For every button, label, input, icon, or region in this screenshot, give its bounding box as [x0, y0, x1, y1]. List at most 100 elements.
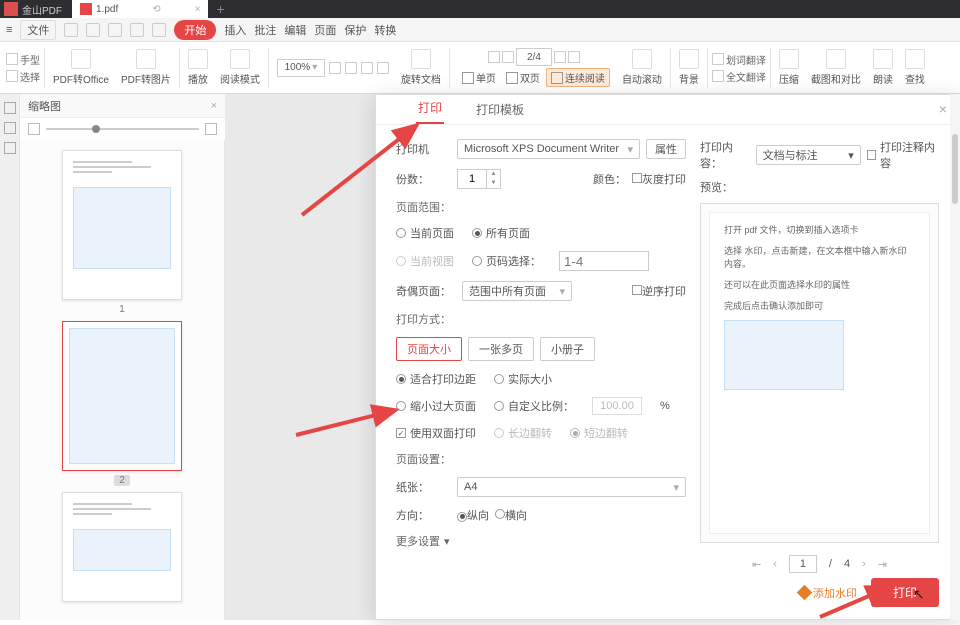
single-page-button[interactable]: 单页 — [458, 68, 500, 87]
save-icon[interactable] — [86, 23, 100, 37]
close-thumbnail-icon[interactable]: × — [211, 100, 217, 112]
scale-value-input[interactable]: 100.00 — [592, 397, 642, 415]
protect-tab[interactable]: 保护 — [344, 22, 366, 38]
undo-icon[interactable] — [130, 23, 144, 37]
print-icon[interactable] — [108, 23, 122, 37]
long-edge-radio: 长边翻转 — [494, 425, 552, 441]
hand-tool[interactable]: 手型 — [6, 52, 40, 67]
thumbnail-size-slider[interactable] — [20, 118, 225, 140]
last-page-icon[interactable] — [568, 51, 580, 63]
page-select-input[interactable] — [559, 251, 649, 271]
percent-label: % — [660, 400, 670, 412]
prev-preview-icon[interactable]: ‹ — [773, 558, 777, 570]
redo-icon[interactable] — [152, 23, 166, 37]
double-page-button[interactable]: 双页 — [502, 68, 544, 87]
fit-margin-radio[interactable]: 适合打印边距 — [396, 371, 476, 387]
printer-select[interactable]: Microsoft XPS Document Writer▾ — [457, 139, 640, 159]
short-edge-radio: 短边翻转 — [570, 425, 628, 441]
annotate-tab[interactable]: 批注 — [254, 22, 276, 38]
thumbnails-icon[interactable] — [4, 102, 16, 114]
first-preview-icon[interactable]: ⇤ — [752, 558, 761, 571]
first-page-icon[interactable] — [488, 51, 500, 63]
fit-page-button[interactable]: 页面大小 — [396, 337, 462, 361]
page-select-radio[interactable]: 页码选择： — [472, 253, 541, 269]
actual-size-radio[interactable]: 实际大小 — [494, 371, 552, 387]
multi-page-button[interactable]: 一张多页 — [468, 337, 534, 361]
zoom-out-icon[interactable] — [329, 62, 341, 74]
continuous-button[interactable]: 连续阅读 — [546, 68, 610, 87]
preview-page-input[interactable]: 1 — [789, 555, 817, 573]
print-method-title: 打印方式： — [396, 311, 686, 327]
insert-tab[interactable]: 插入 — [224, 22, 246, 38]
page-tab[interactable]: 页面 — [314, 22, 336, 38]
print-button[interactable]: 打印 — [871, 578, 939, 607]
reverse-checkbox[interactable]: 逆序打印 — [632, 283, 686, 299]
odd-even-label: 奇偶页面： — [396, 283, 456, 299]
shrink-radio[interactable]: 缩小过大页面 — [396, 398, 476, 414]
convert-tab[interactable]: 转换 — [374, 22, 396, 38]
translate-full-button[interactable]: 全文翻译 — [712, 69, 766, 84]
auto-scroll-button[interactable]: 自动滚动 — [618, 49, 666, 86]
new-tab-button[interactable]: + — [216, 1, 224, 17]
attachments-icon[interactable] — [4, 142, 16, 154]
all-pages-radio[interactable]: 所有页面 — [472, 225, 530, 241]
prev-page-icon[interactable] — [502, 51, 514, 63]
page-number-input[interactable]: 2/4 — [516, 48, 552, 66]
play-button[interactable]: 播放 — [184, 49, 212, 86]
print-tab[interactable]: 打印 — [416, 93, 444, 124]
mouse-cursor-icon: ↖ — [913, 586, 925, 603]
print-annotation-checkbox[interactable]: 打印注释内容 — [867, 139, 939, 171]
rotate-button[interactable]: 旋转文档 — [397, 49, 445, 86]
fit-width-icon[interactable] — [361, 62, 373, 74]
paper-select[interactable]: A4▾ — [457, 477, 686, 497]
document-tab[interactable]: 1.pdf ⟲ × — [72, 0, 208, 18]
odd-even-select[interactable]: 范围中所有页面▾ — [462, 281, 572, 301]
add-watermark-link[interactable]: 添加水印 — [799, 585, 857, 601]
vertical-scrollbar[interactable] — [950, 94, 960, 620]
next-page-icon[interactable] — [554, 51, 566, 63]
copies-spinner[interactable]: ▲▼ — [457, 169, 501, 189]
print-content-select[interactable]: 文档与标注▾ — [756, 145, 861, 165]
zoom-input[interactable]: 100%▾ — [277, 59, 325, 77]
more-settings-button[interactable]: 更多设置▾ — [396, 533, 686, 549]
landscape-radio[interactable]: 横向 — [495, 507, 527, 523]
thumbnail-page-3[interactable] — [62, 492, 182, 602]
compress-button[interactable]: 压缩 — [775, 49, 803, 86]
select-tool[interactable]: 选择 — [6, 69, 40, 84]
bookmarks-icon[interactable] — [4, 122, 16, 134]
hamburger-icon[interactable]: ≡ — [6, 24, 12, 36]
print-content-label: 打印内容： — [700, 139, 750, 171]
compare-button[interactable]: 截图和对比 — [807, 49, 865, 86]
read-mode-button[interactable]: 阅读模式 — [216, 49, 264, 86]
tab-restore-icon[interactable]: ⟲ — [152, 4, 160, 15]
booklet-button[interactable]: 小册子 — [540, 337, 595, 361]
current-view-radio: 当前视图 — [396, 253, 454, 269]
file-menu[interactable]: 文件 — [20, 20, 56, 40]
translate-selection-button[interactable]: 划词翻译 — [712, 52, 766, 67]
pdf-to-office-button[interactable]: PDF转Office — [49, 49, 113, 86]
portrait-radio[interactable]: 纵向 — [457, 507, 489, 523]
preview-pager: ⇤ ‹ 1 / 4 › ⇥ — [700, 555, 939, 573]
background-button[interactable]: 背景 — [675, 49, 703, 86]
grayscale-checkbox[interactable]: 灰度打印 — [632, 171, 686, 187]
edit-tab[interactable]: 编辑 — [284, 22, 306, 38]
printer-props-button[interactable]: 属性 — [646, 139, 686, 159]
custom-scale-radio[interactable]: 自定义比例： — [494, 398, 574, 414]
page-range-title: 页面范围： — [396, 199, 686, 215]
lookup-button[interactable]: 查找 — [901, 49, 929, 86]
last-preview-icon[interactable]: ⇥ — [878, 558, 887, 571]
duplex-checkbox[interactable]: 使用双面打印 — [396, 425, 476, 441]
tab-close-icon[interactable]: × — [195, 4, 201, 15]
print-template-tab[interactable]: 打印模板 — [474, 95, 526, 124]
start-tab[interactable]: 开始 — [174, 20, 216, 40]
current-page-radio[interactable]: 当前页面 — [396, 225, 454, 241]
thumbnail-page-1[interactable] — [62, 150, 182, 300]
zoom-in-icon[interactable] — [345, 62, 357, 74]
read-aloud-button[interactable]: 朗读 — [869, 49, 897, 86]
thumbnail-page-2[interactable] — [62, 321, 182, 471]
dialog-close-icon[interactable]: × — [939, 101, 947, 117]
fit-page-icon[interactable] — [377, 62, 389, 74]
open-icon[interactable] — [64, 23, 78, 37]
next-preview-icon[interactable]: › — [862, 558, 866, 570]
pdf-to-image-button[interactable]: PDF转图片 — [117, 49, 175, 86]
